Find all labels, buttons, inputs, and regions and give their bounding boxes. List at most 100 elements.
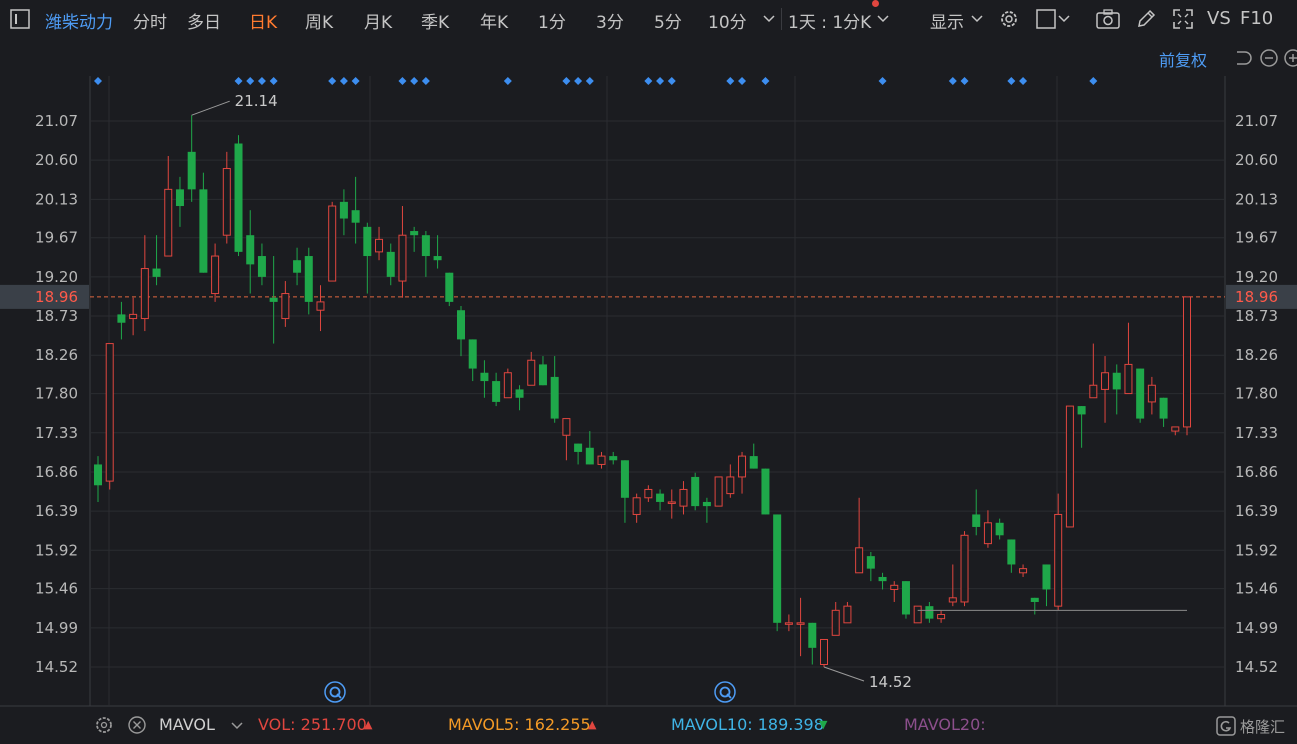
event-marker-icon [503,77,512,85]
mavol10-value: MAVOL10: 189.398 [671,715,824,734]
interval-select[interactable]: 1天 : 1分K [788,8,871,33]
candle-body-up [164,188,173,257]
event-marker-icon [1089,77,1098,85]
tab-daily-k[interactable]: 日K [249,8,277,33]
f10-button[interactable]: F10 [1240,8,1273,29]
tab-1min[interactable]: 1分 [538,8,566,33]
candle-body-up [913,605,922,624]
candle-body-up [211,255,220,295]
mavol20-value: MAVOL20: [904,715,986,734]
event-marker-icon [960,77,969,85]
menu-box-icon[interactable] [10,9,30,29]
candle-body-down [457,310,465,340]
candle-body-down [691,476,700,507]
indicator-name[interactable]: MAVOL [159,715,215,734]
candle-body-up [784,622,793,625]
tab-5min[interactable]: 5分 [654,8,682,33]
tab-10min[interactable]: 10分 [708,8,747,33]
event-marker-icon [328,77,337,85]
square-icon[interactable] [1036,9,1072,29]
close-indicator-icon[interactable] [127,715,147,735]
adjust-mode-button[interactable]: 前复权 [1159,47,1207,71]
candle-body-up [726,476,735,495]
zoom-out-icon[interactable] [1259,48,1279,68]
candle-body-down [187,151,196,190]
candle-body-up [562,418,571,436]
tab-3min[interactable]: 3分 [596,8,624,33]
event-marker-icon [1019,77,1028,85]
event-marker-icon [656,77,665,85]
undo-icon[interactable] [1233,48,1253,68]
vs-button[interactable]: VS [1207,8,1231,29]
tab-intraday[interactable]: 分时 [133,8,167,33]
q-event-icon [714,681,736,703]
candle-body-down [538,364,547,386]
candle-body-down [925,606,934,619]
candle-body-down [94,464,102,486]
mavol10-down-arrow: ▼ [819,718,828,731]
y-tick-label-right: 20.13 [1235,190,1278,208]
display-menu[interactable]: 显示 [930,8,964,33]
y-tick-label-left: 15.92 [35,541,78,559]
candle-body-down [1042,564,1051,590]
y-tick-label-left: 16.39 [35,502,78,520]
candle-body-up [597,455,606,465]
candle-body-down [972,514,981,527]
vol-value: VOL: 251.700 [258,715,367,734]
candle-body-up [890,584,899,590]
interval-chevron-icon[interactable] [876,14,890,24]
zoom-in-icon[interactable] [1283,48,1297,68]
toolbar-divider [781,8,782,30]
candle-body-up [105,343,114,482]
current-price-label-left: 18.96 [35,288,78,306]
y-tick-label-right: 19.67 [1235,229,1278,247]
chevron-down-icon[interactable] [762,14,776,24]
candle-body-down [515,389,524,398]
candle-body-up [129,313,138,320]
candle-body-up [855,547,864,574]
candle-body-down [656,493,665,502]
candle-body-down [468,339,477,369]
y-tick-label-left: 19.67 [35,229,78,247]
tab-weekly-k[interactable]: 周K [305,8,333,33]
indicator-chevron-icon[interactable] [230,721,244,731]
chart-subbar: 前复权 [0,38,1297,76]
candle-body-down [585,447,594,465]
candle-body-up [796,622,805,625]
candle-body-up [948,597,957,603]
candle-body-down [1077,406,1086,415]
y-tick-label-left: 18.26 [35,346,78,364]
candle-body-down [386,251,395,277]
vol-up-arrow: ▲ [364,718,373,731]
candle-body-down [761,468,770,515]
tab-monthly-k[interactable]: 月K [364,8,392,33]
candle-body-up [527,359,536,386]
fullscreen-icon[interactable] [1172,8,1194,30]
candle-body-up [222,168,231,236]
camera-icon[interactable] [1096,9,1120,29]
tab-multi-day[interactable]: 多日 [187,8,221,33]
y-tick-label-right: 15.92 [1235,541,1278,559]
indicator-settings-icon[interactable] [94,715,114,735]
candle-body-down [445,272,454,302]
mavol5-value: MAVOL5: 162.255 [448,715,591,734]
candle-body-up [843,605,852,624]
display-chevron-icon[interactable] [970,14,984,24]
current-price-label-right: 18.96 [1235,288,1278,306]
gear-icon[interactable] [998,8,1020,30]
candle-body-down [410,231,419,236]
candlestick-chart[interactable]: 21.07 21.07 20.60 20.60 20.13 20.13 19.67 19.67… [0,0,1297,744]
y-tick-label-right: 16.39 [1235,502,1278,520]
tab-yearly-k[interactable]: 年K [480,8,508,33]
pencil-icon[interactable] [1135,8,1157,30]
watermark-text: 格隆汇 [1240,718,1286,736]
candle-body-up [960,534,969,603]
candle-body-down [1030,597,1039,602]
stock-name[interactable]: 潍柴动力 [45,8,113,33]
tab-quarterly-k[interactable]: 季K [421,8,449,33]
event-marker-icon [738,77,747,85]
candle-body-down [492,381,501,402]
candle-body-down [433,256,442,261]
notification-dot [872,0,879,7]
event-marker-icon [339,77,348,85]
